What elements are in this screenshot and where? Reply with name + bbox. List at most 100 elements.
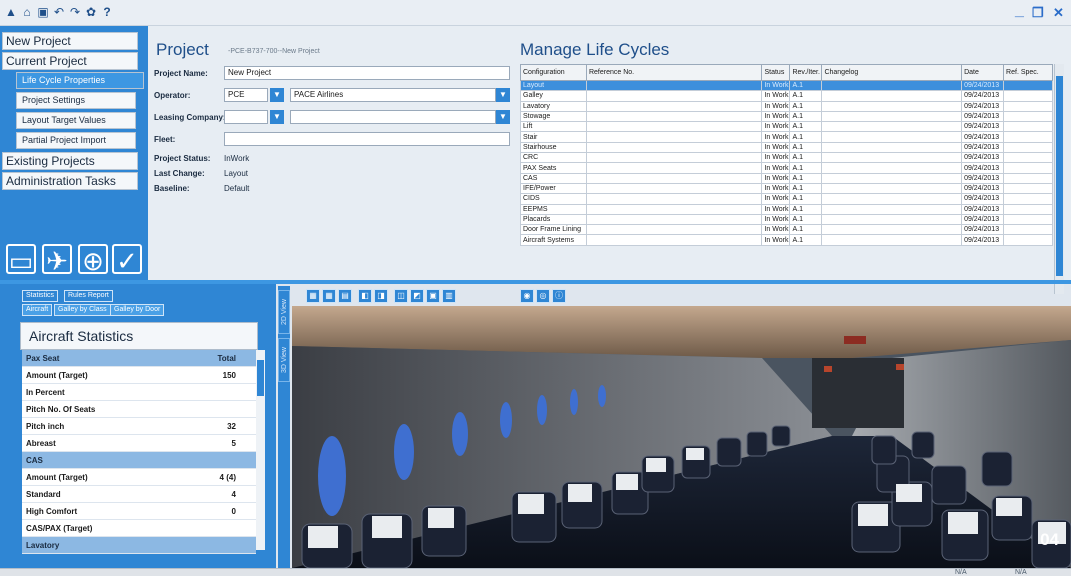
table-row[interactable]: Door Frame Lining In Work A.1 09/24/2013 (520, 224, 1053, 236)
table-cell[interactable]: In Work (761, 121, 791, 133)
table-cell[interactable] (821, 182, 963, 195)
table-cell[interactable]: CIDS (520, 193, 587, 205)
cabin-3d-viewport[interactable] (292, 306, 1071, 568)
table-cell[interactable] (585, 234, 763, 246)
nav-existing-projects[interactable]: Existing Projects (2, 152, 138, 170)
table-cell[interactable]: CAS (520, 172, 587, 184)
table-cell[interactable]: PAX Seats (520, 162, 587, 174)
stats-row[interactable]: In Percent (22, 384, 256, 401)
operator-code-dropdown-icon[interactable]: ▼ (270, 88, 284, 102)
table-cell[interactable]: 09/24/2013 (961, 234, 1005, 246)
table-cell[interactable]: In Work (761, 213, 791, 226)
table-cell[interactable]: 09/24/2013 (961, 141, 1005, 154)
table-cell[interactable] (1003, 79, 1053, 92)
nav-new-project[interactable]: New Project (2, 32, 138, 50)
view-rear-icon[interactable]: ▦ (322, 289, 336, 303)
table-cell[interactable] (821, 131, 963, 143)
table-cell[interactable] (585, 90, 763, 102)
table-row[interactable]: CAS In Work A.1 09/24/2013 (520, 172, 1053, 184)
table-row[interactable]: Layout In Work A.1 09/24/2013 (520, 79, 1053, 92)
column-header[interactable]: Changelog (821, 64, 963, 81)
table-cell[interactable]: A.1 (789, 152, 823, 164)
table-cell[interactable] (585, 182, 763, 195)
tab-galley-by-door[interactable]: Galley by Door (110, 304, 165, 316)
table-cell[interactable] (821, 100, 963, 112)
table-cell[interactable] (585, 100, 763, 112)
view-info-icon[interactable]: ⓘ (552, 289, 566, 303)
table-cell[interactable]: A.1 (789, 172, 823, 184)
stats-row[interactable]: Abreast 5 (22, 435, 256, 452)
table-cell[interactable]: A.1 (789, 234, 823, 246)
table-cell[interactable] (821, 121, 963, 133)
table-cell[interactable]: 09/24/2013 (961, 162, 1005, 174)
table-cell[interactable]: Aircraft Systems (520, 234, 587, 246)
table-cell[interactable] (1003, 152, 1053, 164)
tab-aircraft[interactable]: Aircraft (22, 304, 53, 316)
table-cell[interactable]: A.1 (789, 193, 823, 205)
table-row[interactable]: PAX Seats In Work A.1 09/24/2013 (520, 162, 1053, 174)
table-cell[interactable] (585, 152, 763, 164)
table-cell[interactable] (1003, 172, 1053, 184)
table-cell[interactable] (821, 234, 963, 246)
scrollbar-thumb[interactable] (257, 360, 264, 396)
table-cell[interactable] (1003, 193, 1053, 205)
table-cell[interactable]: Galley (520, 90, 587, 102)
table-cell[interactable]: In Work (761, 90, 791, 102)
scrollbar-thumb[interactable] (1056, 76, 1063, 276)
stats-row[interactable]: Pitch inch 32 (22, 418, 256, 435)
table-cell[interactable] (1003, 224, 1053, 236)
table-cell[interactable]: 09/24/2013 (961, 213, 1005, 226)
stats-row[interactable]: Amount (Target) 4 (4) (22, 469, 256, 486)
table-cell[interactable] (1003, 90, 1053, 102)
table-cell[interactable] (1003, 234, 1053, 246)
table-cell[interactable] (585, 79, 763, 92)
stats-section-row[interactable]: Pax Seat Total (22, 350, 256, 367)
leasing-code-dropdown-icon[interactable]: ▼ (270, 110, 284, 124)
table-row[interactable]: CIDS In Work A.1 09/24/2013 (520, 193, 1053, 205)
folder-icon[interactable]: ▭ (6, 244, 36, 276)
table-cell[interactable] (1003, 162, 1053, 174)
table-cell[interactable] (585, 203, 763, 215)
table-cell[interactable]: In Work (761, 162, 791, 174)
nav-layout-target-values[interactable]: Layout Target Values (16, 112, 136, 129)
table-cell[interactable]: 09/24/2013 (961, 79, 1005, 92)
column-header[interactable]: Date (961, 64, 1005, 81)
column-header[interactable]: Reference No. (585, 64, 763, 81)
nav-partial-project-import[interactable]: Partial Project Import (16, 132, 136, 149)
table-row[interactable]: Stowage In Work A.1 09/24/2013 (520, 110, 1053, 123)
stats-row[interactable]: High Comfort 0 (22, 503, 256, 520)
view-camera-icon[interactable]: ◎ (536, 289, 550, 303)
table-cell[interactable] (1003, 121, 1053, 133)
table-cell[interactable] (585, 121, 763, 133)
statistics-scrollbar[interactable] (256, 350, 265, 550)
view-grid-icon[interactable]: ▣ (426, 289, 440, 303)
table-cell[interactable] (585, 141, 763, 154)
table-cell[interactable] (1003, 203, 1053, 215)
clipboard-icon[interactable]: ✓ (112, 244, 142, 276)
nav-life-cycle-properties[interactable]: Life Cycle Properties (16, 72, 144, 89)
table-cell[interactable]: Lift (520, 121, 587, 133)
table-cell[interactable]: In Work (761, 203, 791, 215)
redo-icon[interactable]: ↷ (68, 5, 82, 19)
tab-statistics[interactable]: Statistics (22, 290, 59, 302)
table-cell[interactable]: Door Frame Lining (520, 224, 587, 236)
table-cell[interactable]: Stowage (520, 110, 587, 123)
nav-current-project[interactable]: Current Project (2, 52, 138, 70)
stats-section-row[interactable]: Lavatory (22, 537, 256, 554)
table-cell[interactable] (585, 193, 763, 205)
stats-section-row[interactable]: CAS (22, 452, 256, 469)
table-cell[interactable]: In Work (761, 172, 791, 184)
table-cell[interactable] (585, 224, 763, 236)
table-cell[interactable]: A.1 (789, 79, 823, 92)
save-icon[interactable]: ▣ (36, 5, 50, 19)
table-cell[interactable]: 09/24/2013 (961, 203, 1005, 215)
airplane-icon[interactable]: ✈ (42, 244, 72, 276)
table-cell[interactable]: In Work (761, 193, 791, 205)
table-cell[interactable] (821, 224, 963, 236)
table-row[interactable]: IFE/Power In Work A.1 09/24/2013 (520, 182, 1053, 195)
view-top-icon[interactable]: ◫ (394, 289, 408, 303)
table-cell[interactable] (585, 162, 763, 174)
table-cell[interactable] (821, 79, 963, 92)
view-side-left-icon[interactable]: ◧ (358, 289, 372, 303)
table-cell[interactable]: 09/24/2013 (961, 131, 1005, 143)
